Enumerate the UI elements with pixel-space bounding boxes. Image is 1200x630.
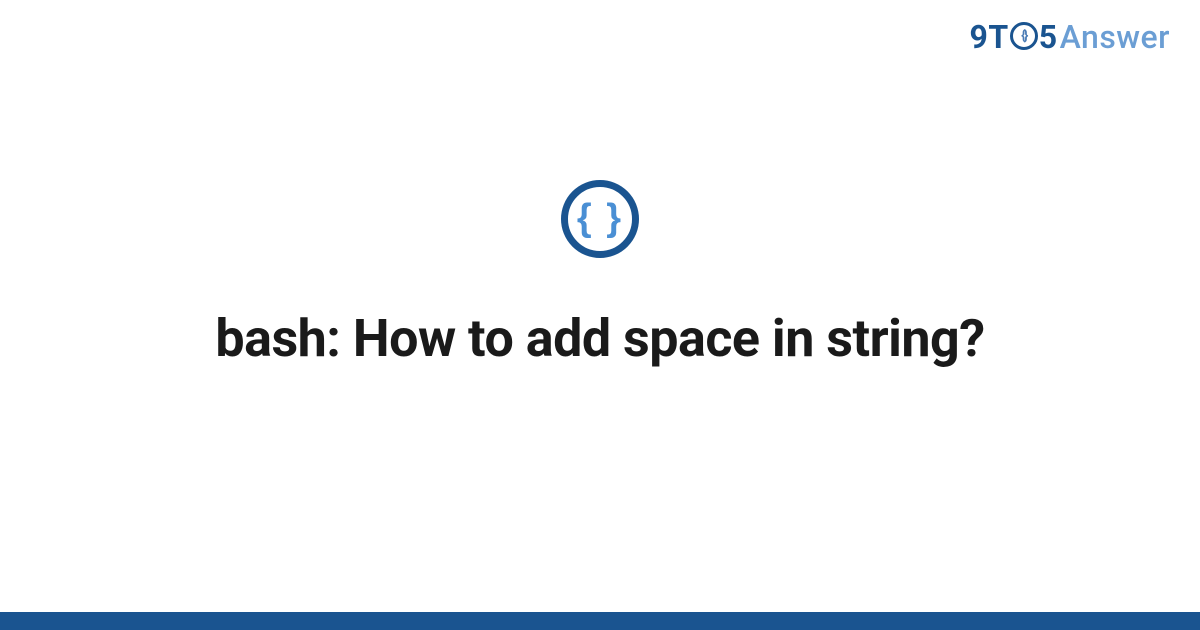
question-title: bash: How to add space in string? [175, 306, 1024, 371]
code-braces-icon: { } [561, 180, 639, 258]
content-area: { } bash: How to add space in string? [0, 0, 1200, 630]
footer-accent-bar [0, 612, 1200, 630]
braces-glyph: { } [577, 199, 623, 237]
